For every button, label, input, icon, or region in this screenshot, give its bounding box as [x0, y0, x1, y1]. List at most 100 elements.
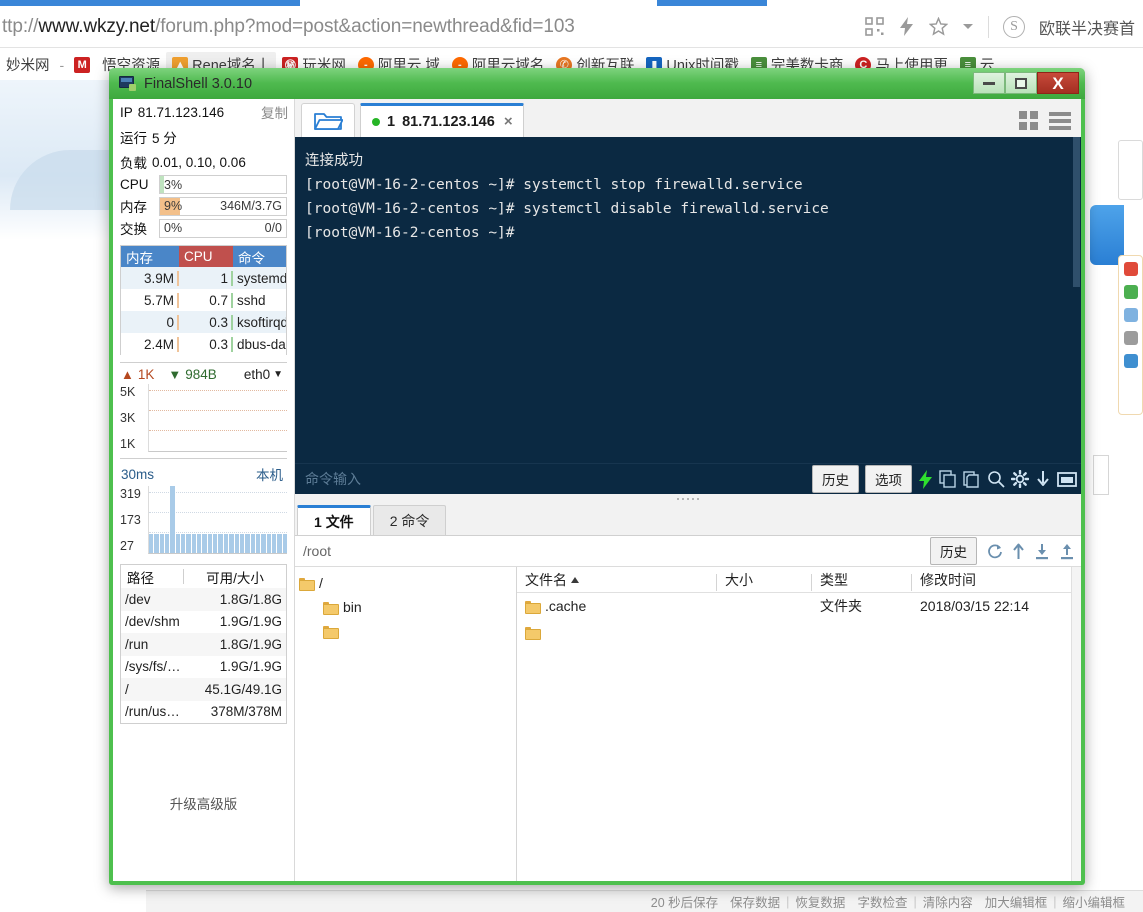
page-side-icon[interactable] — [1124, 262, 1138, 276]
search-icon[interactable] — [987, 470, 1005, 488]
latency-scale: 30ms — [121, 467, 154, 482]
close-tab-icon[interactable]: × — [504, 113, 513, 130]
disk-usage-table: 路径 可用/大小 /dev 1.8G/1.8G /dev/shm 1.9G/1.… — [120, 564, 287, 724]
file-row[interactable]: .cache 文件夹 2018/03/15 22:14 — [517, 593, 1071, 619]
open-folder-button[interactable] — [301, 103, 355, 137]
file-path-bar[interactable]: /root 历史 — [295, 536, 1081, 567]
page-side-thumbnail[interactable] — [1118, 140, 1143, 200]
disk-row[interactable]: / 45.1G/49.1G — [121, 678, 286, 701]
window-icon[interactable] — [1057, 471, 1077, 488]
maximize-button[interactable] — [1005, 72, 1037, 94]
copy-icon[interactable] — [939, 470, 957, 488]
tree-node-root[interactable]: / — [299, 571, 516, 595]
file-column-type[interactable]: 类型 — [812, 570, 912, 590]
chevron-down-icon[interactable] — [962, 22, 974, 31]
folder-icon — [525, 600, 540, 612]
disk-header-path[interactable]: 路径 — [121, 567, 183, 587]
file-column-time[interactable]: 修改时间 — [912, 570, 1071, 590]
list-view-icon[interactable] — [1049, 112, 1071, 130]
network-download-value: 984B — [185, 367, 217, 382]
star-icon[interactable] — [929, 17, 948, 36]
process-command: systemd — [233, 271, 286, 286]
qr-code-icon[interactable] — [865, 17, 884, 36]
copy-ip-button[interactable]: 复制 — [261, 102, 288, 122]
minimize-button[interactable] — [973, 72, 1005, 94]
process-memory: 2.4M — [121, 337, 179, 352]
network-interface-selector[interactable]: eth0 ▼ — [244, 367, 287, 382]
page-side-icon[interactable] — [1124, 285, 1138, 299]
page-side-icon[interactable] — [1124, 354, 1138, 368]
download-icon[interactable] — [1035, 470, 1051, 488]
process-row[interactable]: 0 0.3 ksoftirqd/ — [121, 311, 286, 333]
file-column-size[interactable]: 大小 — [717, 570, 812, 590]
file-column-name[interactable]: 文件名 — [517, 570, 717, 590]
bookmark-item[interactable]: M — [68, 52, 96, 78]
page-scroll-thumb[interactable] — [1093, 455, 1109, 495]
command-input[interactable]: 命令输入 — [305, 469, 361, 489]
disk-table-header: 路径 可用/大小 — [121, 565, 286, 588]
finalshell-window: FinalShell 3.0.10 X IP 81.71.123.146 复制 … — [109, 68, 1085, 885]
tree-node-bin[interactable]: bin — [299, 595, 516, 619]
s-logo-icon[interactable]: S — [1003, 16, 1025, 38]
command-options-button[interactable]: 选项 — [865, 465, 912, 493]
grid-view-icon[interactable] — [1019, 111, 1038, 130]
command-history-button[interactable]: 历史 — [812, 465, 859, 493]
process-row[interactable]: 5.7M 0.7 sshd — [121, 289, 286, 311]
disk-header-size[interactable]: 可用/大小 — [184, 567, 286, 587]
bookmark-item[interactable]: 妙米网 — [0, 52, 56, 78]
command-input-bar[interactable]: 命令输入 历史 选项 — [295, 463, 1081, 494]
process-row[interactable]: 3.9M 1 systemd — [121, 267, 286, 289]
latency-axis-label: 173 — [120, 513, 148, 527]
process-header-cpu[interactable]: CPU — [179, 246, 233, 267]
close-button[interactable]: X — [1037, 72, 1079, 94]
enlarge-editor-link[interactable]: 加大编辑框 — [979, 892, 1054, 911]
terminal-line: [root@VM-16-2-centos ~]# systemctl stop … — [305, 173, 1071, 197]
process-row[interactable]: 2.4M 0.3 dbus-dae — [121, 333, 286, 355]
cpu-meter-row: CPU 3% — [113, 174, 294, 195]
url-text[interactable]: ttp://www.wkzy.net/forum.php?mod=post&ac… — [0, 16, 575, 38]
clear-content-link[interactable]: 清除内容 — [917, 892, 979, 911]
restore-data-link[interactable]: 恢复数据 — [789, 892, 851, 911]
refresh-icon[interactable] — [986, 543, 1003, 560]
disk-row[interactable]: /sys/fs/… 1.9G/1.9G — [121, 656, 286, 679]
disk-row[interactable]: /dev/shm 1.9G/1.9G — [121, 611, 286, 634]
latency-axis-label: 319 — [120, 487, 148, 501]
bolt-icon[interactable] — [918, 470, 933, 489]
load-value: 0.01, 0.10, 0.06 — [152, 155, 246, 170]
swap-meter-detail: 0/0 — [265, 221, 286, 235]
process-memory: 0 — [121, 315, 179, 330]
gear-icon[interactable] — [1011, 470, 1029, 488]
page-side-icon[interactable] — [1124, 308, 1138, 322]
panel-splitter[interactable] — [295, 494, 1081, 503]
disk-row[interactable]: /run/us… 378M/378M — [121, 701, 286, 724]
file-row-partial[interactable] — [517, 619, 1071, 645]
terminal-output[interactable]: 连接成功 [root@VM-16-2-centos ~]# systemctl … — [295, 137, 1081, 463]
shrink-editor-link[interactable]: 缩小编辑框 — [1056, 892, 1131, 911]
app-title-bar[interactable]: FinalShell 3.0.10 X — [109, 68, 1085, 99]
path-input[interactable]: /root — [303, 543, 331, 559]
page-side-icon[interactable] — [1124, 331, 1138, 345]
tab-files[interactable]: 1 文件 — [297, 505, 371, 535]
process-header-memory[interactable]: 内存 — [121, 246, 179, 267]
upload-icon[interactable] — [1059, 543, 1075, 560]
session-tab[interactable]: 1 81.71.123.146 × — [360, 103, 524, 137]
browser-url-bar[interactable]: ttp://www.wkzy.net/forum.php?mod=post&ac… — [0, 6, 1143, 48]
tree-node-partial[interactable] — [299, 619, 516, 643]
disk-size: 1.9G/1.9G — [195, 614, 286, 629]
lightning-icon[interactable] — [898, 17, 915, 36]
disk-row[interactable]: /run 1.8G/1.9G — [121, 633, 286, 656]
tab-commands[interactable]: 2 命令 — [373, 505, 447, 535]
file-list-scrollbar[interactable] — [1071, 567, 1081, 881]
upgrade-button[interactable]: 升级高级版 — [170, 793, 238, 813]
up-icon[interactable] — [1012, 543, 1025, 560]
file-type: 文件夹 — [812, 596, 912, 616]
download-icon[interactable] — [1034, 543, 1050, 560]
save-data-link[interactable]: 保存数据 — [724, 892, 786, 911]
paste-icon[interactable] — [963, 470, 981, 488]
path-history-button[interactable]: 历史 — [930, 537, 977, 565]
promo-label[interactable]: 欧联半决赛首 — [1039, 15, 1135, 39]
disk-row[interactable]: /dev 1.8G/1.8G — [121, 588, 286, 611]
process-header-command[interactable]: 命令 — [233, 246, 286, 267]
terminal-scrollbar[interactable] — [1072, 137, 1081, 463]
word-count-link[interactable]: 字数检查 — [851, 892, 913, 911]
